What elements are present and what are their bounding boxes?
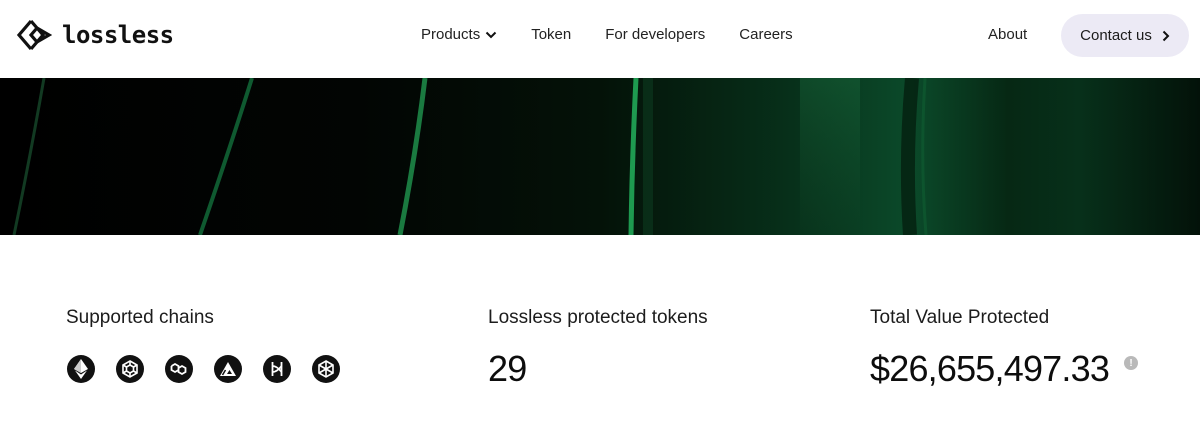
- hero-light-streaks: [12, 78, 928, 235]
- lossless-logo-icon: [16, 19, 52, 51]
- protected-tokens-value: 29: [488, 348, 527, 389]
- nav-for-developers[interactable]: For developers: [605, 26, 705, 43]
- protected-tokens-label: Lossless protected tokens: [488, 307, 708, 328]
- nav-careers[interactable]: Careers: [739, 26, 792, 43]
- supported-chains-label: Supported chains: [66, 307, 214, 328]
- harmony-icon[interactable]: [263, 355, 291, 383]
- main-nav: Products Token For developers Careers: [421, 26, 793, 43]
- nav-products-label: Products: [421, 26, 481, 43]
- contact-us-label: Contact us: [1080, 27, 1152, 44]
- chevron-down-icon: [485, 31, 497, 38]
- logo-text: lossless: [62, 21, 174, 49]
- ethereum-icon[interactable]: [67, 355, 95, 383]
- bnb-chain-icon[interactable]: [116, 355, 144, 383]
- contact-us-button[interactable]: Contact us: [1061, 14, 1189, 57]
- nav-about[interactable]: About: [988, 26, 1027, 43]
- info-icon[interactable]: !: [1124, 356, 1138, 370]
- logo[interactable]: lossless: [16, 18, 174, 52]
- total-value-protected-value: $26,655,497.33: [870, 348, 1110, 389]
- avalanche-icon[interactable]: [214, 355, 242, 383]
- nav-token[interactable]: Token: [531, 26, 571, 43]
- polygon-icon[interactable]: [165, 355, 193, 383]
- site-header: lossless Products Token For developers C…: [0, 0, 1200, 78]
- nav-products[interactable]: Products: [421, 26, 497, 43]
- fantom-icon[interactable]: [312, 355, 340, 383]
- hero-banner: [0, 78, 1200, 235]
- chain-icons: [67, 355, 340, 383]
- total-value-protected-label: Total Value Protected: [870, 307, 1050, 328]
- chevron-right-icon: [1162, 30, 1170, 41]
